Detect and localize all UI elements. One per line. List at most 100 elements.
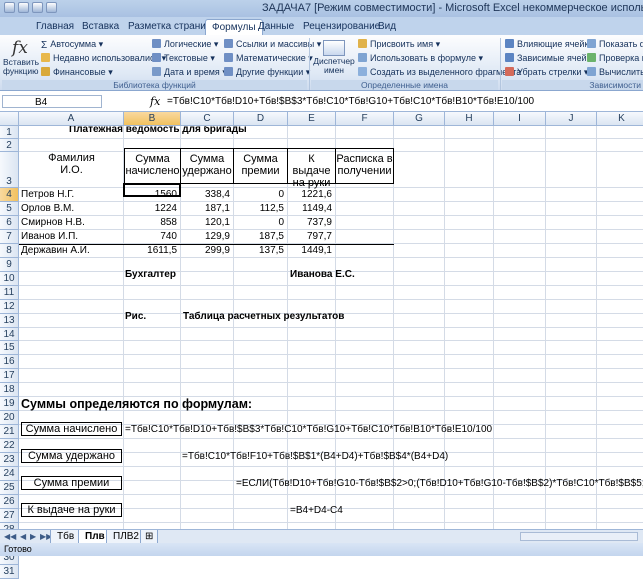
trace-dependents-button[interactable]: Зависимые ячейки <box>505 53 596 63</box>
select-all-corner[interactable] <box>0 112 19 126</box>
table-cell[interactable]: 1221,6 <box>287 189 332 200</box>
lookup-functions-button[interactable]: Ссылки и массивы ▾ <box>224 39 321 50</box>
prev-sheet-icon[interactable]: ◀ <box>20 532 26 541</box>
table-cell[interactable]: 338,4 <box>180 189 230 200</box>
row-header[interactable]: 25 <box>0 481 19 495</box>
row-header[interactable]: 4 <box>0 188 19 202</box>
row-header[interactable]: 7 <box>0 230 19 244</box>
autosum-button[interactable]: Σ Автосумма ▾ <box>41 39 103 51</box>
row-header[interactable]: 16 <box>0 355 19 369</box>
trace-precedents-button[interactable]: Влияющие ячейки <box>505 39 593 49</box>
row-header[interactable]: 24 <box>0 467 19 481</box>
column-header[interactable]: C <box>181 112 234 126</box>
column-header[interactable]: F <box>336 112 394 126</box>
insert-sheet-icon[interactable]: ⊞ <box>140 530 159 544</box>
row-header[interactable]: 26 <box>0 495 19 509</box>
insert-function-button[interactable]: fx Вставить функцию <box>3 38 39 80</box>
row-header[interactable]: 1 <box>0 126 19 139</box>
table-cell[interactable]: Смирнов Н.В. <box>21 217 122 228</box>
row-header[interactable]: 18 <box>0 383 19 397</box>
table-cell[interactable]: 0 <box>233 189 284 200</box>
table-cell[interactable]: 187,5 <box>233 231 284 242</box>
column-header[interactable]: E <box>288 112 336 126</box>
row-header[interactable]: 10 <box>0 272 19 286</box>
table-cell[interactable]: 137,5 <box>233 245 284 256</box>
financial-functions-button[interactable]: Финансовые ▾ <box>41 67 113 78</box>
formula-input[interactable]: =Тбв!C10*Тбв!D10+Тбв!$B$3*Тбв!C10*Тбв!G1… <box>167 96 534 107</box>
create-from-selection-button[interactable]: Создать из выделенного фрагмента <box>358 67 521 77</box>
define-name-button[interactable]: Присвоить имя ▾ <box>358 39 440 50</box>
quick-access-toolbar[interactable] <box>4 2 64 15</box>
more-functions-button[interactable]: Другие функции ▾ <box>224 67 310 78</box>
table-cell[interactable]: Орлов В.М. <box>21 203 122 214</box>
row-header[interactable]: 15 <box>0 341 19 355</box>
table-cell[interactable]: 1449,1 <box>287 245 332 256</box>
row-header[interactable]: 22 <box>0 439 19 453</box>
row-header[interactable]: 23 <box>0 453 19 467</box>
row-header[interactable]: 21 <box>0 425 19 439</box>
row-header[interactable]: 11 <box>0 286 19 300</box>
table-cell[interactable]: 737,9 <box>287 217 332 228</box>
table-cell[interactable]: 797,7 <box>287 231 332 242</box>
next-sheet-icon[interactable]: ▶ <box>30 532 36 541</box>
datetime-functions-button[interactable]: Дата и время ▾ <box>152 67 227 78</box>
row-header[interactable]: 6 <box>0 216 19 230</box>
row-header[interactable]: 31 <box>0 565 19 579</box>
column-header[interactable]: D <box>234 112 288 126</box>
table-cell[interactable]: 129,9 <box>180 231 230 242</box>
tab-view[interactable]: Вид <box>372 19 402 35</box>
math-functions-button[interactable]: Математические ▾ <box>224 53 313 64</box>
column-header[interactable]: K <box>597 112 643 126</box>
row-header[interactable]: 17 <box>0 369 19 383</box>
column-header[interactable]: J <box>546 112 597 126</box>
text-functions-button[interactable]: Текстовые ▾ <box>152 53 215 64</box>
table-cell[interactable]: 120,1 <box>180 217 230 228</box>
worksheet-grid[interactable]: Платежная ведомость для бригады Фамилия … <box>19 126 643 529</box>
table-cell[interactable]: 858 <box>124 217 177 228</box>
column-header[interactable]: I <box>494 112 546 126</box>
table-cell[interactable]: 1611,5 <box>124 245 177 256</box>
row-header[interactable]: 8 <box>0 244 19 258</box>
show-formulas-button[interactable]: Показать фо <box>587 39 643 49</box>
table-cell[interactable]: 1149,4 <box>287 203 332 214</box>
row-header[interactable]: 9 <box>0 258 19 272</box>
row-header[interactable]: 12 <box>0 300 19 314</box>
remove-arrows-button[interactable]: Убрать стрелки ▾ <box>505 67 588 78</box>
recent-functions-button[interactable]: Недавно использовались ▾ <box>41 53 166 64</box>
first-sheet-icon[interactable]: ◀◀ <box>4 532 16 541</box>
name-box[interactable]: B4 <box>2 95 102 108</box>
column-header[interactable]: B <box>124 112 181 126</box>
table-cell[interactable]: 0 <box>233 217 284 228</box>
tab-data[interactable]: Данные <box>252 19 300 35</box>
horizontal-scrollbar[interactable] <box>520 532 638 541</box>
table-cell[interactable]: 1224 <box>124 203 177 214</box>
column-header[interactable]: G <box>394 112 445 126</box>
fx-icon[interactable]: fx <box>150 95 160 108</box>
row-header[interactable]: 2 <box>0 139 19 152</box>
evaluate-formula-button[interactable]: Вычислить ф <box>587 67 643 77</box>
table-cell[interactable]: 299,9 <box>180 245 230 256</box>
column-header[interactable]: H <box>445 112 494 126</box>
row-header[interactable]: 19 <box>0 397 19 411</box>
row-header[interactable]: 3 <box>0 152 19 188</box>
table-cell[interactable]: Петров Н.Г. <box>21 189 122 200</box>
row-header[interactable]: 5 <box>0 202 19 216</box>
column-header[interactable]: A <box>19 112 124 126</box>
row-header[interactable]: 20 <box>0 411 19 425</box>
logical-functions-button[interactable]: Логические ▾ <box>152 39 218 50</box>
name-manager-button[interactable]: Диспетчер имен <box>313 38 355 80</box>
table-cell[interactable]: 112,5 <box>233 203 284 214</box>
table-cell[interactable]: 187,1 <box>180 203 230 214</box>
table-cell[interactable]: Державин А.И. <box>21 245 122 256</box>
error-checking-button[interactable]: Проверка н <box>587 53 643 63</box>
tab-insert[interactable]: Вставка <box>76 19 125 35</box>
sheet-tab-tbv[interactable]: Тбв <box>50 530 82 544</box>
use-in-formula-button[interactable]: Использовать в формуле ▾ <box>358 53 483 64</box>
row-header[interactable]: 27 <box>0 509 19 523</box>
row-header[interactable]: 14 <box>0 328 19 341</box>
row-header[interactable]: 13 <box>0 314 19 328</box>
header-withheld-line1: Сумма <box>189 153 225 165</box>
table-cell[interactable]: Иванов И.П. <box>21 231 122 242</box>
tab-home[interactable]: Главная <box>30 19 80 35</box>
table-cell[interactable]: 740 <box>124 231 177 242</box>
